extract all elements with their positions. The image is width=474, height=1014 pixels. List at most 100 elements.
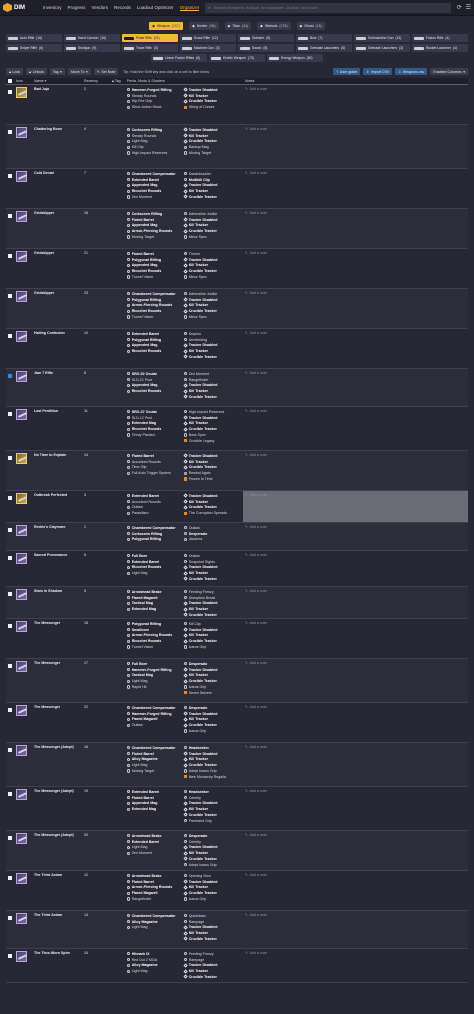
weapon-type-chip[interactable]: Sword (5) (238, 44, 294, 52)
item-name[interactable]: The Third Axiom (32, 911, 82, 948)
notes-cell[interactable]: ✎ Add a note (243, 329, 468, 368)
weapon-type-chip[interactable]: Fusion Rifle (4) (412, 34, 468, 42)
weapon-type-chip[interactable]: Trace Rifle (3) (122, 44, 178, 52)
weapon-icon[interactable] (16, 371, 27, 382)
row-checkbox[interactable] (8, 90, 12, 94)
row-checkbox[interactable] (8, 954, 12, 958)
weapon-icon[interactable] (16, 951, 27, 962)
weapon-icon[interactable] (16, 553, 27, 564)
row-checkbox[interactable] (8, 294, 12, 298)
app-logo[interactable]: DIM (3, 3, 37, 12)
weapon-icon[interactable] (16, 251, 27, 262)
table-row[interactable]: The Time-Worn Spire 24 Hitmark IX Red Dot 2… (6, 949, 468, 983)
class-filter-chip[interactable]: ◆ Hunter (96) (189, 22, 219, 30)
weapon-type-chip[interactable]: Machine Gun (3) (180, 44, 236, 52)
notes-cell[interactable]: ✎ Add a note (243, 523, 468, 550)
perk[interactable]: New Monarchy Regalia (184, 774, 241, 780)
nav-item[interactable]: Progress (68, 5, 86, 11)
item-tag-cell[interactable] (110, 451, 125, 490)
notes-cell[interactable]: ✎ Add a note (243, 289, 468, 328)
nav-item[interactable]: Organizer (179, 5, 200, 11)
nav-item[interactable]: Inventory (43, 5, 62, 11)
lock-button[interactable]: 🔒︎ Lock (6, 68, 24, 75)
item-tag-cell[interactable] (110, 209, 125, 248)
add-note[interactable]: ✎ Add a note (245, 371, 466, 375)
table-row[interactable]: The Messenger (Adept) 16 Chambered Compens… (6, 743, 468, 787)
weapon-icon[interactable] (16, 171, 27, 182)
weapon-icon[interactable] (16, 331, 27, 342)
add-note[interactable]: ✎ Add a note (245, 453, 466, 457)
add-note[interactable]: ✎ Add a note (245, 291, 466, 295)
weapon-icon[interactable] (16, 833, 27, 844)
notes-cell[interactable]: ✎ Add a note (243, 619, 468, 658)
perk[interactable]: Crucible Tracker (183, 936, 241, 942)
menu-icon[interactable]: ☰ (466, 4, 471, 11)
notes-cell[interactable]: ✎ Add a note (243, 551, 468, 586)
perk[interactable]: Seven Seizers (184, 690, 241, 696)
perk[interactable]: Moving Target (127, 768, 180, 774)
item-tag-cell[interactable] (110, 169, 125, 208)
row-checkbox[interactable] (8, 254, 12, 258)
item-tag-cell[interactable] (110, 787, 125, 830)
perk[interactable]: Crucible Tracker (183, 394, 241, 400)
perk[interactable]: Rapid Hit (127, 684, 180, 690)
item-name[interactable]: The Messenger (32, 659, 82, 702)
weapon-type-chip[interactable]: Pulse Rifle (21) (122, 34, 178, 42)
perk[interactable]: Crucible Tracker (183, 576, 241, 582)
weapon-icon[interactable] (16, 745, 27, 756)
row-checkbox[interactable] (8, 456, 12, 460)
item-name[interactable]: Cold Denial (32, 169, 82, 208)
nav-item[interactable]: Records (114, 5, 131, 11)
item-name[interactable]: Redrix's Claymore (32, 523, 82, 550)
add-note[interactable]: ✎ Add a note (245, 661, 466, 665)
enabled-columns-dropdown[interactable]: Enabled Columns ▾ (430, 68, 468, 75)
row-checkbox[interactable] (8, 748, 12, 752)
set-note-button[interactable]: ✎ Set Note (93, 68, 119, 75)
add-note[interactable]: ✎ Add a note (245, 913, 466, 917)
item-name[interactable]: Bad Juju (32, 85, 82, 124)
item-name[interactable]: Gridskipper (32, 249, 82, 288)
perk[interactable]: Freehand Grip (184, 818, 241, 824)
perk[interactable]: Parasitism (127, 510, 180, 516)
weapon-type-chip[interactable]: Rocket Launcher (4) (412, 44, 468, 52)
perk[interactable]: Jacanna (184, 537, 241, 543)
col-notes[interactable]: Notes (243, 79, 468, 83)
perk[interactable]: Rangefinder (127, 896, 180, 902)
weapon-type-chip[interactable]: Kinetic Weapon (73) (209, 54, 265, 62)
table-row[interactable]: Outbreak Perfected 3 Extended Barrel Accuri… (6, 491, 468, 523)
weapon-icon[interactable] (16, 291, 27, 302)
notes-cell[interactable]: ✎ Add a note (243, 743, 468, 786)
notes-cell[interactable]: ✎ Add a note (243, 209, 468, 248)
perk[interactable]: Moving Target (127, 234, 180, 240)
table-row[interactable]: Cold Denial 7 Chambered Compensator Extende… (6, 169, 468, 209)
row-checkbox[interactable] (8, 916, 12, 920)
item-tag-cell[interactable] (110, 619, 125, 658)
row-checkbox[interactable] (8, 214, 12, 218)
item-name[interactable]: Chattering Bone (32, 125, 82, 168)
class-filter-chip[interactable]: ◆ Warlock (178) (257, 22, 291, 30)
add-note[interactable]: ✎ Add a note (245, 621, 466, 625)
item-name[interactable]: The Third Axiom (32, 871, 82, 910)
perk[interactable]: Outlaw (127, 722, 180, 728)
import-csv-button[interactable]: ⇪ Import CSV (363, 68, 393, 75)
item-name[interactable]: Gridskipper (32, 209, 82, 248)
weapon-type-chip[interactable]: Auto Rifle (16) (6, 34, 62, 42)
user-guide-button[interactable]: ? User guide (333, 68, 361, 75)
export-csv-button[interactable]: ⇩ Weapons.csv (395, 68, 428, 75)
table-row[interactable]: Gridskipper 23 Chambered Compensator Polygo… (6, 289, 468, 329)
row-checkbox[interactable] (8, 876, 12, 880)
item-tag-cell[interactable] (110, 85, 125, 124)
class-filter-chip[interactable]: ◆ Titan (34) (224, 22, 252, 30)
weapon-icon[interactable] (16, 453, 27, 464)
add-note[interactable]: ✎ Add a note (245, 873, 466, 877)
table-row[interactable]: Redrix's Claymore 1 Chambered Compensator C… (6, 523, 468, 551)
item-tag-cell[interactable] (110, 831, 125, 870)
add-note[interactable]: ✎ Add a note (245, 171, 466, 175)
item-name[interactable]: The Messenger (32, 703, 82, 742)
table-row[interactable]: The Messenger (Adept) 19 Extended Barrel Fl… (6, 787, 468, 831)
weapon-type-chip[interactable]: Hand Cannon (16) (64, 34, 120, 42)
row-checkbox[interactable] (8, 592, 12, 596)
nav-item[interactable]: Loadout Optimizer (137, 5, 174, 11)
item-name[interactable]: No Time to Explain (32, 451, 82, 490)
weapon-icon[interactable] (16, 913, 27, 924)
